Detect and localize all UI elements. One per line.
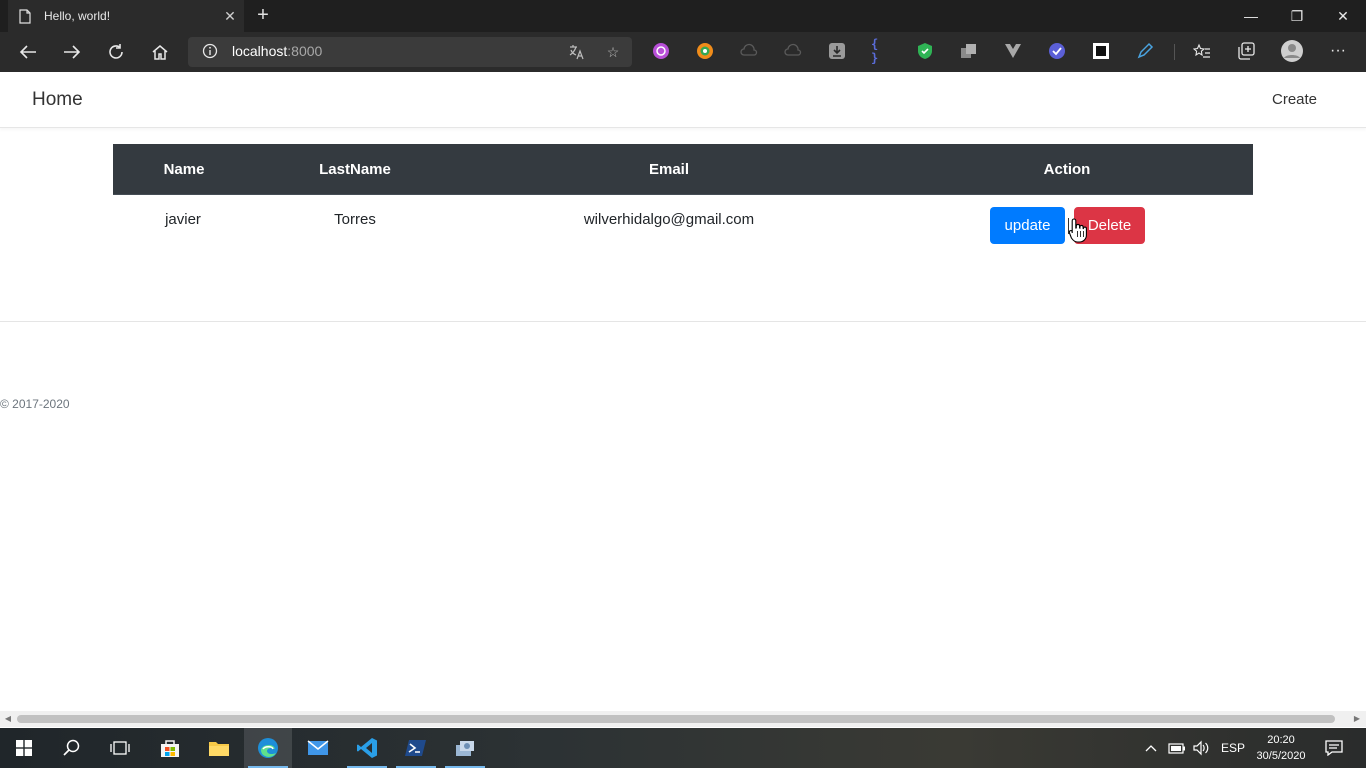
pen-icon[interactable] <box>1135 41 1155 61</box>
show-hidden-icons[interactable] <box>1145 728 1157 768</box>
scrollbar-thumb[interactable] <box>17 715 1335 723</box>
mail-icon[interactable] <box>294 728 342 768</box>
vue-icon[interactable] <box>1003 41 1023 61</box>
search-icon[interactable] <box>48 728 96 768</box>
scroll-right-icon[interactable]: ▶ <box>1352 714 1362 724</box>
task-view-icon[interactable] <box>96 728 144 768</box>
forward-icon[interactable] <box>56 36 88 68</box>
extension-color-icon[interactable] <box>695 41 715 61</box>
windows-stack-icon[interactable] <box>959 41 979 61</box>
cell-email: wilverhidalgo@gmail.com <box>583 211 755 228</box>
site-navbar <box>0 72 1366 128</box>
info-icon[interactable] <box>202 43 218 59</box>
close-tab-icon[interactable]: ✕ <box>216 8 244 25</box>
page-icon <box>18 8 32 24</box>
header-name: Name <box>163 161 205 178</box>
address-port: :8000 <box>287 43 323 59</box>
json-braces-icon[interactable]: { } <box>871 37 891 65</box>
restore-icon[interactable]: ❐ <box>1274 0 1320 32</box>
back-icon[interactable] <box>12 36 44 68</box>
store-icon[interactable] <box>146 728 194 768</box>
cloud-icon[interactable] <box>783 41 803 61</box>
collections-icon[interactable] <box>1236 41 1256 61</box>
file-explorer-icon[interactable] <box>195 728 243 768</box>
battery-icon[interactable] <box>1168 728 1186 768</box>
edge-browser-icon[interactable] <box>244 728 292 768</box>
horizontal-scrollbar[interactable]: ◀ ▶ <box>0 711 1366 727</box>
close-window-icon[interactable]: ✕ <box>1320 0 1366 32</box>
home-icon[interactable] <box>144 36 176 68</box>
language-indicator[interactable]: ESP <box>1221 728 1245 768</box>
header-email: Email <box>648 161 690 178</box>
refresh-icon[interactable] <box>100 36 132 68</box>
browser-tab[interactable]: Hello, world! ✕ <box>8 0 244 32</box>
scroll-left-icon[interactable]: ◀ <box>3 714 13 724</box>
tab-title: Hello, world! <box>44 9 111 23</box>
minimize-icon[interactable]: — <box>1228 0 1274 32</box>
cell-name: javier <box>165 211 201 228</box>
new-tab-icon[interactable]: + <box>252 4 274 26</box>
address-host: localhost <box>232 43 288 59</box>
start-windows-icon[interactable] <box>0 728 48 768</box>
notifications-icon[interactable] <box>1325 728 1343 768</box>
clock-date: 30/5/2020 <box>1256 750 1306 762</box>
create-link[interactable]: Create <box>1272 91 1317 108</box>
window-controls: — ❐ ✕ <box>1228 0 1366 32</box>
shield-icon[interactable] <box>915 41 935 61</box>
hand-cursor-icon <box>1068 217 1088 243</box>
clock-time: 20:20 <box>1267 734 1295 746</box>
profile-avatar-icon[interactable] <box>1280 39 1304 63</box>
toolbar-separator <box>1174 44 1175 60</box>
extension-purple-icon[interactable] <box>651 41 671 61</box>
table-header: Name LastName Email Action <box>113 144 1253 195</box>
footer-divider <box>0 321 1366 322</box>
taskbar-clock[interactable]: 20:20 30/5/2020 <box>1252 732 1310 764</box>
more-options-icon[interactable]: ··· <box>1328 41 1348 61</box>
translate-icon[interactable] <box>566 42 586 62</box>
footer-copyright: © 2017-2020 <box>0 397 70 411</box>
download-icon[interactable] <box>827 41 847 61</box>
square-frame-icon[interactable] <box>1091 41 1111 61</box>
cell-lastname: Torres <box>334 211 376 228</box>
cloud-upload-icon[interactable] <box>739 41 759 61</box>
vscode-icon[interactable] <box>343 728 391 768</box>
app-windows-icon[interactable] <box>441 728 489 768</box>
browser-tab-strip: Hello, world! ✕ + — ❐ ✕ <box>0 0 1366 32</box>
check-badge-icon[interactable] <box>1047 41 1067 61</box>
header-lastname: LastName <box>319 161 391 178</box>
powershell-icon[interactable] <box>392 728 440 768</box>
volume-icon[interactable] <box>1192 728 1210 768</box>
navbar-brand-home[interactable]: Home <box>32 89 83 111</box>
header-action: Action <box>1043 161 1091 178</box>
favorites-icon[interactable] <box>1192 41 1212 61</box>
address-text[interactable]: localhost:8000 <box>232 43 322 59</box>
update-button[interactable]: update <box>990 207 1065 244</box>
favorite-star-icon[interactable]: ☆ <box>603 42 623 62</box>
